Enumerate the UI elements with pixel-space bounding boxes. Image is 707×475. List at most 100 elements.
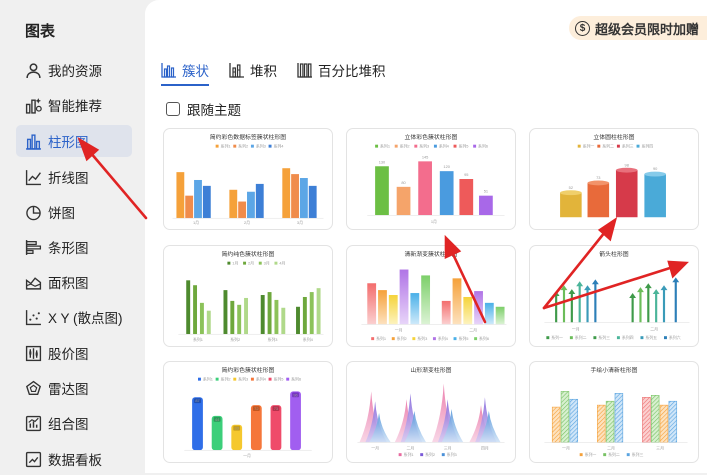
sidebar-item-label: 折线图 — [48, 171, 89, 186]
svg-text:系列1: 系列1 — [203, 377, 213, 382]
template-title: 山形渐变柱形图 — [410, 366, 451, 374]
svg-text:系列4: 系列4 — [256, 377, 267, 382]
template-card-3d-cylinder[interactable]: 立体圆柱柱形图 系列一 系列二 系列三 系列四 52 73 98 90 — [529, 128, 699, 230]
svg-text:系列1: 系列1 — [404, 452, 414, 457]
svg-text:系列3: 系列3 — [256, 144, 266, 149]
bars — [176, 168, 317, 219]
svg-text:98: 98 — [625, 162, 629, 167]
active-tab-indicator — [161, 84, 209, 86]
bars — [359, 383, 501, 443]
stacked-column-icon — [229, 63, 244, 78]
bars — [552, 277, 680, 323]
svg-text:系列6: 系列6 — [291, 377, 301, 382]
svg-text:三月: 三月 — [656, 445, 664, 450]
sidebar-item-scatter-chart[interactable]: X Y (散点图) — [16, 301, 132, 333]
sidebar-item-line-chart[interactable]: 折线图 — [16, 161, 132, 193]
svg-text:二月: 二月 — [650, 326, 658, 331]
svg-text:73: 73 — [596, 175, 600, 180]
svg-text:系列6: 系列6 — [479, 336, 489, 341]
svg-text:系列2: 系列2 — [400, 144, 410, 149]
tab-label: 百分比堆积 — [318, 64, 386, 79]
svg-text:80: 80 — [401, 180, 406, 185]
svg-text:120: 120 — [443, 164, 450, 169]
follow-theme-checkbox[interactable] — [166, 102, 180, 116]
svg-text:系列6: 系列6 — [478, 144, 488, 149]
main-panel: $ 超级会员限时加赠 簇状 堆积 百分比堆积 跟随主题 简约彩色数据标签簇状柱形… — [145, 0, 707, 473]
svg-text:系列一: 系列一 — [583, 144, 595, 149]
sidebar-item-combo-chart[interactable]: 组合图 — [16, 407, 132, 439]
sidebar-item-my-resources[interactable]: 我的资源 — [16, 54, 132, 86]
svg-text:系列3: 系列3 — [238, 377, 248, 382]
svg-text:系列1: 系列1 — [380, 144, 390, 149]
percent-stacked-column-icon — [297, 63, 312, 78]
svg-text:1月: 1月 — [193, 220, 199, 225]
sidebar-item-radar-chart[interactable]: 雷达图 — [16, 372, 132, 404]
template-title: 简约纯色簇状柱形图 — [222, 250, 275, 258]
sidebar-item-label: 条形图 — [48, 241, 89, 256]
tab-stacked[interactable]: 堆积 — [229, 60, 277, 80]
combo-chart-icon — [24, 414, 42, 432]
line-chart-icon — [24, 168, 42, 186]
svg-text:系列5: 系列5 — [458, 144, 469, 149]
svg-text:系列2: 系列2 — [425, 452, 435, 457]
coin-icon: $ — [574, 20, 590, 36]
stock-chart-icon — [24, 344, 42, 362]
svg-text:系列三: 系列三 — [632, 452, 644, 457]
svg-text:系列5: 系列5 — [458, 336, 469, 341]
template-card-mountain-gradient[interactable]: 山形渐变柱形图 一月 二月 三月 四月 系列1 系列2 系列3 — [346, 361, 516, 463]
template-title: 立体彩色簇状柱形图 — [405, 133, 458, 141]
legend: 系列1 系列2 系列3 系列4 — [215, 144, 284, 149]
svg-text:系列3: 系列3 — [447, 452, 457, 457]
svg-text:系列2: 系列2 — [230, 337, 240, 342]
legend: 系列一 系列二 系列三 系列四 系列五 系列六 — [546, 335, 681, 340]
tab-label: 堆积 — [250, 64, 277, 79]
template-card-fresh-gradient-clustered[interactable]: 清新渐变簇状柱形图 一月 二月 系列1 系列2 系列3 系列4 系列5 系列6 — [346, 245, 516, 347]
svg-text:52: 52 — [569, 185, 573, 190]
legend: 系列一 系列二 系列三 系列四 — [577, 144, 653, 149]
vip-promo-banner[interactable]: $ 超级会员限时加赠 — [568, 16, 707, 40]
template-card-solid-clustered[interactable]: 简约纯色簇状柱形图 1月 2月 3月 4月 系列1 系列2 系列3 系列4 — [163, 245, 333, 347]
sidebar-item-bar-chart[interactable]: 条形图 — [16, 231, 132, 263]
svg-text:95: 95 — [464, 172, 469, 177]
pie-chart-icon — [24, 203, 42, 221]
template-card-arrow-column[interactable]: 箭头柱形图 一月 二月 系列一 系列二 系列三 系列四 系列五 系列六 — [529, 245, 699, 347]
svg-text:系列二: 系列二 — [608, 452, 620, 457]
template-title: 立体圆柱柱形图 — [593, 133, 634, 141]
template-card-simple-colorful-clustered[interactable]: 简约彩色簇状柱形图 系列1 系列2 系列3 系列4 系列5 系列6 87 44 … — [163, 361, 333, 463]
svg-text:一月: 一月 — [572, 326, 580, 331]
svg-text:系列5: 系列5 — [273, 377, 284, 382]
template-card-colorful-label-clustered[interactable]: 简约彩色数据标签簇状柱形图 系列1 系列2 系列3 系列4 1月 2月 3月 — [163, 128, 333, 230]
svg-text:系列3: 系列3 — [268, 337, 278, 342]
sidebar-item-smart-recommend[interactable]: 智能推荐 — [16, 89, 132, 121]
svg-text:3月: 3月 — [264, 261, 270, 266]
svg-text:二月: 二月 — [407, 445, 415, 450]
svg-text:系列3: 系列3 — [419, 144, 429, 149]
sidebar-item-stock-chart[interactable]: 股价图 — [16, 337, 132, 369]
svg-text:系列3: 系列3 — [417, 336, 427, 341]
sidebar-item-pie-chart[interactable]: 饼图 — [16, 196, 132, 228]
tab-percent-stacked[interactable]: 百分比堆积 — [297, 60, 386, 80]
template-title: 简约彩色簇状柱形图 — [222, 366, 275, 374]
svg-text:系列2: 系列2 — [221, 377, 231, 382]
smart-recommend-icon — [24, 96, 42, 114]
dashboard-icon — [24, 450, 42, 468]
template-title: 简约彩色数据标签簇状柱形图 — [210, 133, 287, 141]
tab-clustered[interactable]: 簇状 — [161, 60, 209, 80]
svg-text:一月: 一月 — [395, 327, 403, 332]
svg-text:系列四: 系列四 — [622, 335, 634, 340]
sidebar-item-label: X Y (散点图) — [48, 311, 123, 326]
svg-text:33: 33 — [235, 426, 239, 431]
svg-text:3月: 3月 — [297, 220, 303, 225]
sidebar-item-column-chart[interactable]: 柱形图 — [16, 125, 132, 157]
template-title: 手绘小清新柱形图 — [590, 366, 637, 374]
template-card-3d-colorful-clustered[interactable]: 立体彩色簇状柱形图 系列1 系列2 系列3 系列4 系列5 系列6 130 80… — [346, 128, 516, 230]
template-card-hand-drawn-fresh[interactable]: 手绘小清新柱形图 一月 二月 三月 系列一 系列二 系列三 — [529, 361, 699, 463]
sidebar-item-dashboard[interactable]: 数据看板 — [16, 443, 132, 475]
sidebar-item-label: 饼图 — [48, 206, 75, 221]
svg-text:系列六: 系列六 — [669, 335, 681, 340]
svg-text:4月: 4月 — [279, 261, 285, 266]
svg-text:系列二: 系列二 — [602, 144, 614, 149]
svg-text:73: 73 — [274, 406, 278, 411]
sidebar-item-area-chart[interactable]: 面积图 — [16, 266, 132, 298]
follow-theme-option[interactable]: 跟随主题 — [166, 99, 241, 119]
